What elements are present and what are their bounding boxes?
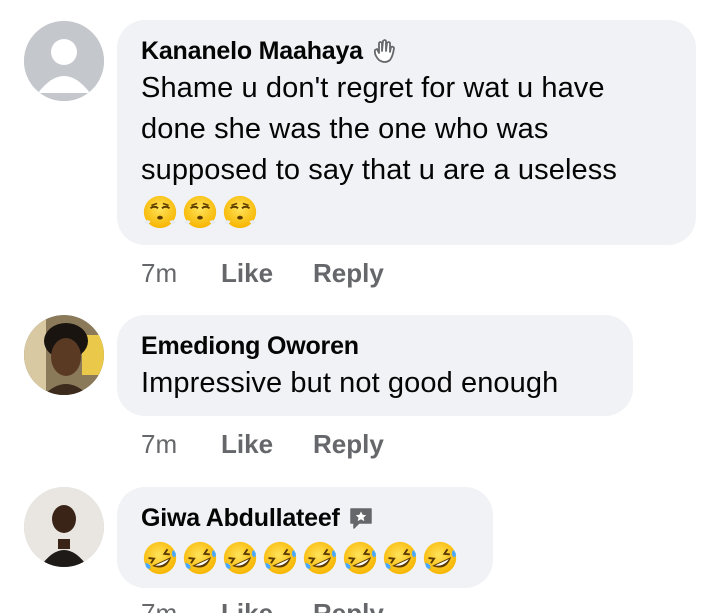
comment-text: Impressive but not good enough [141, 363, 609, 404]
comment-actions: 7m Like Reply [141, 429, 424, 460]
comment-actions: 7m Like Reply [141, 598, 424, 613]
avatar-default[interactable] [24, 21, 104, 101]
like-button[interactable]: Like [221, 429, 273, 460]
rolling-laughing-icon [341, 539, 379, 577]
like-button[interactable]: Like [221, 598, 273, 613]
reply-button[interactable]: Reply [313, 429, 384, 460]
emoji-row [141, 193, 672, 231]
reply-button[interactable]: Reply [313, 258, 384, 289]
waving-hand-icon [373, 39, 395, 63]
comment-line: Impressive but not good enough [141, 367, 559, 399]
speech-bubble-star-icon [349, 508, 372, 529]
comment-actions: 7m Like Reply [141, 258, 424, 289]
comment-line: done she was the one who was [141, 113, 549, 145]
comment-bubble[interactable]: Kananelo Maahaya Shame u don't regret fo… [117, 20, 696, 245]
commenter-name[interactable]: Kananelo Maahaya [141, 37, 363, 66]
rolling-laughing-icon [221, 539, 259, 577]
profile-photo-icon [24, 487, 104, 567]
comment-bubble[interactable]: Giwa Abdullateef [117, 487, 493, 588]
comment-line: Shame u don't regret for wat u have [141, 72, 605, 104]
commenter-name[interactable]: Giwa Abdullateef [141, 504, 340, 533]
avatar[interactable] [24, 315, 104, 395]
avatar[interactable] [24, 487, 104, 567]
rolling-laughing-icon [141, 539, 179, 577]
timestamp[interactable]: 7m [141, 429, 221, 460]
comment-line: supposed to say that u are a useless [141, 154, 617, 186]
rolling-laughing-icon [381, 539, 419, 577]
face-with-steam-icon [141, 193, 179, 231]
profile-photo-icon [24, 315, 104, 395]
default-avatar-icon [24, 21, 104, 101]
timestamp[interactable]: 7m [141, 598, 221, 613]
commenter-name[interactable]: Emediong Oworen [141, 332, 359, 361]
emoji-row [141, 539, 469, 577]
face-with-steam-icon [221, 193, 259, 231]
reply-button[interactable]: Reply [313, 598, 384, 613]
face-with-steam-icon [181, 193, 219, 231]
like-button[interactable]: Like [221, 258, 273, 289]
comment-text: Shame u don't regret for wat u have done… [141, 68, 672, 191]
rolling-laughing-icon [181, 539, 219, 577]
timestamp[interactable]: 7m [141, 258, 221, 289]
rolling-laughing-icon [261, 539, 299, 577]
rolling-laughing-icon [421, 539, 459, 577]
rolling-laughing-icon [301, 539, 339, 577]
comment-bubble[interactable]: Emediong Oworen Impressive but not good … [117, 315, 633, 416]
